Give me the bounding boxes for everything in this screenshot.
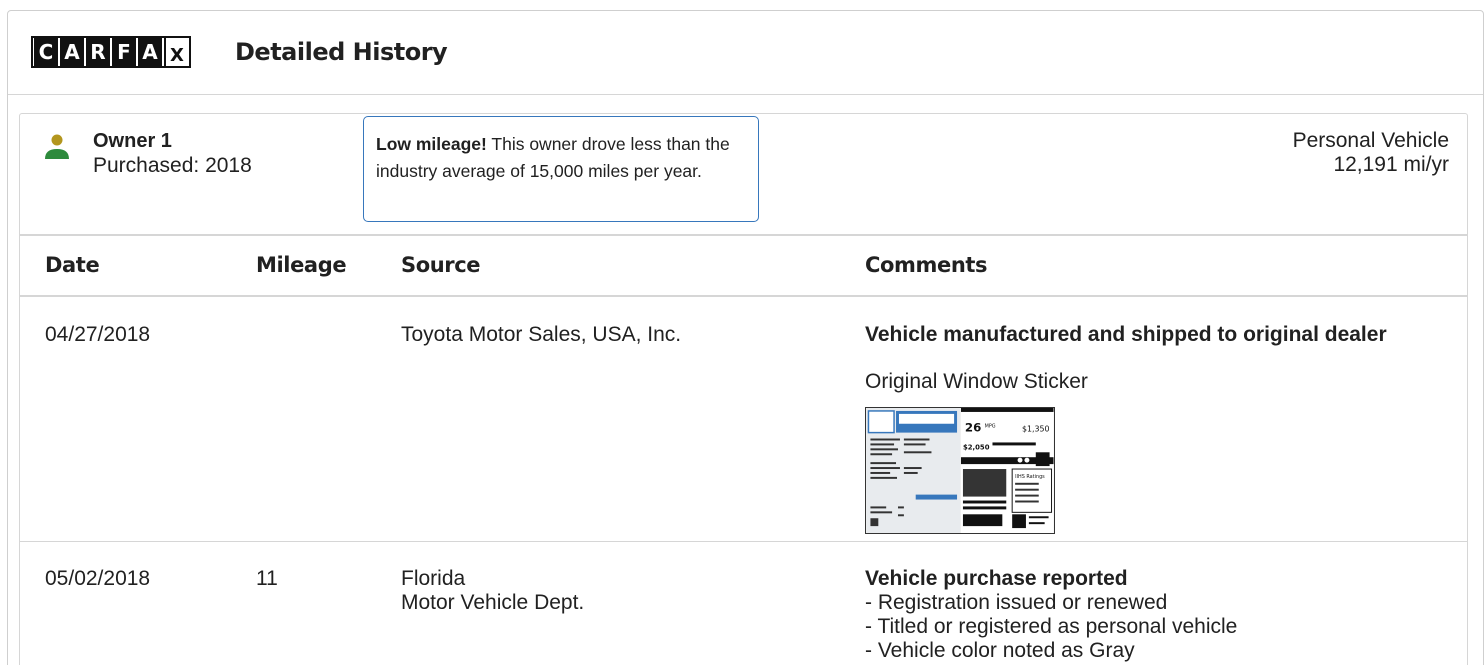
owner-name: Owner 1 — [93, 130, 172, 152]
window-sticker-link[interactable]: Original Window Sticker — [865, 370, 1088, 394]
miles-per-year: 12,191 mi/yr — [1333, 153, 1449, 176]
callout-heading: Low mileage! — [376, 134, 487, 154]
row-date: 05/02/2018 — [45, 567, 151, 590]
logo-letter: A — [138, 38, 162, 66]
logo-letter: R — [86, 38, 110, 66]
row-source: Florida Motor Vehicle Dept. — [401, 567, 584, 615]
comment-item: - Vehicle color noted as Gray — [865, 639, 1135, 662]
row-comment-title: Vehicle purchase reported — [865, 567, 1128, 590]
logo-letter: C — [34, 38, 58, 66]
column-header-source: Source — [401, 253, 481, 277]
carfax-logo: C A R F A X — [31, 36, 191, 68]
sticker-annual-cost: $1,350 — [1022, 425, 1050, 434]
owner-section: Owner 1 Purchased: 2018 Low mileage! Thi… — [19, 113, 1468, 665]
sticker-fuel-cost: $2,050 — [963, 443, 990, 451]
low-mileage-callout: Low mileage! This owner drove less than … — [363, 116, 759, 222]
table-row: 05/02/2018 11 Florida Motor Vehicle Dept… — [20, 543, 1467, 665]
logo-letter: X — [164, 38, 188, 66]
row-date: 04/27/2018 — [45, 323, 151, 346]
source-line: Florida — [401, 567, 466, 590]
window-sticker-thumbnail[interactable]: 26 MPG $1,350 $2,050 IIHS Ratings — [865, 407, 1055, 534]
row-source: Toyota Motor Sales, USA, Inc. — [401, 323, 682, 346]
history-table-header: Date Mileage Source Comments — [20, 238, 1467, 297]
page-title: Detailed History — [235, 38, 448, 66]
sticker-mpg: 26 — [965, 421, 981, 435]
sticker-mpg-unit: MPG — [985, 424, 996, 430]
owner-purchased-year: Purchased: 2018 — [93, 154, 252, 177]
column-header-comments: Comments — [865, 253, 988, 277]
logo-letter: F — [112, 38, 136, 66]
comment-item: - Titled or registered as personal vehic… — [865, 615, 1238, 638]
detailed-history-panel: C A R F A X Detailed History Owner 1 Pur… — [7, 10, 1484, 665]
logo-letter: A — [60, 38, 84, 66]
panel-header: C A R F A X Detailed History — [8, 11, 1483, 95]
source-line: Motor Vehicle Dept. — [401, 591, 585, 614]
column-header-date: Date — [45, 253, 100, 277]
sticker-iihs-label: IIHS Ratings — [1015, 474, 1045, 480]
vehicle-usage-type: Personal Vehicle — [1292, 129, 1449, 152]
owner-summary: Owner 1 Purchased: 2018 Low mileage! Thi… — [20, 114, 1467, 236]
comment-item: - Registration issued or renewed — [865, 591, 1168, 614]
column-header-mileage: Mileage — [256, 253, 347, 277]
person-icon — [45, 134, 69, 159]
row-comment-title: Vehicle manufactured and shipped to orig… — [865, 323, 1387, 346]
row-mileage: 11 — [256, 567, 278, 590]
table-row: 04/27/2018 Toyota Motor Sales, USA, Inc.… — [20, 299, 1467, 542]
row-comments: Vehicle purchase reported - Registration… — [865, 567, 1237, 663]
